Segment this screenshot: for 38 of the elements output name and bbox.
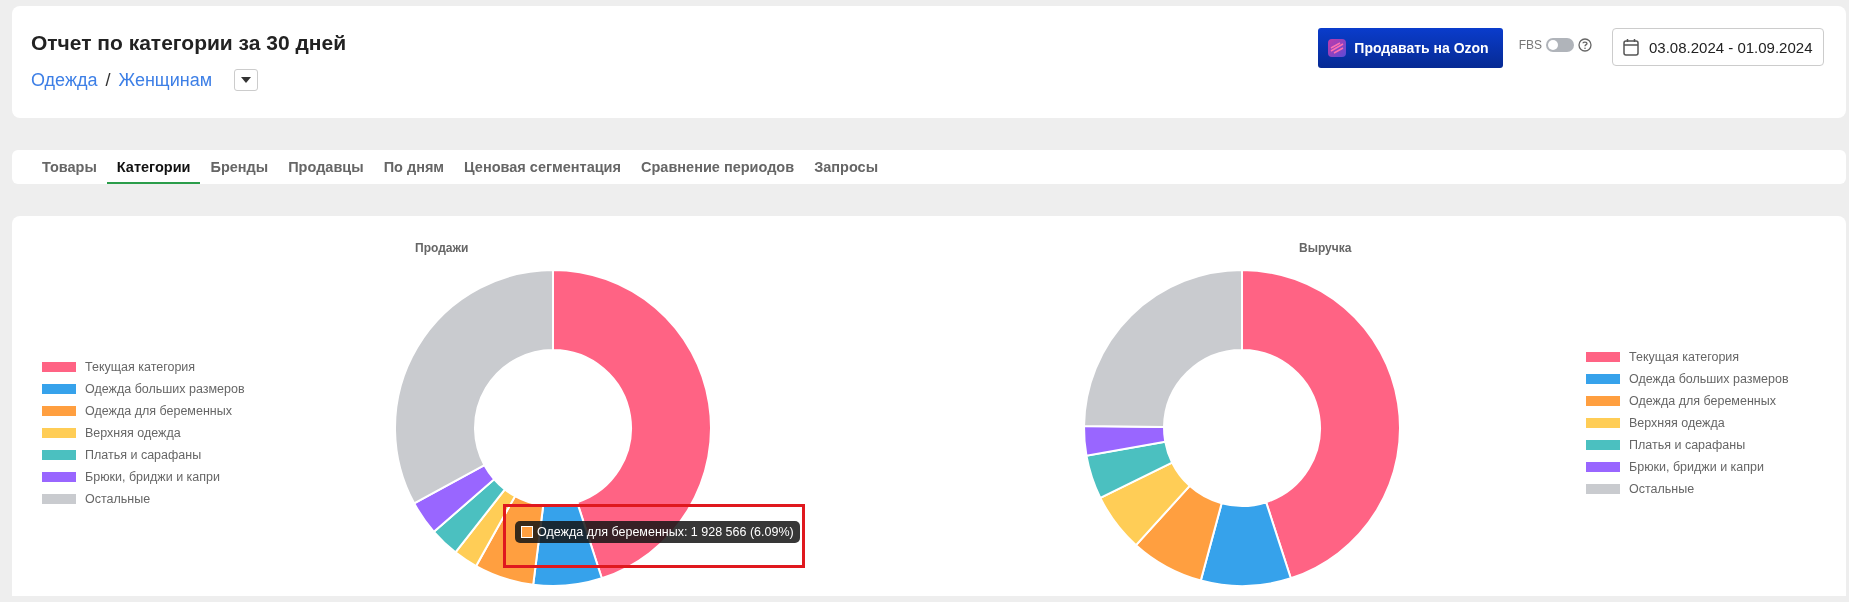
legend-label: Одежда больших размеров <box>85 381 245 396</box>
tab[interactable]: Товары <box>32 150 107 184</box>
tab[interactable]: Сравнение периодов <box>631 150 805 184</box>
legend-label: Текущая категория <box>1629 349 1740 364</box>
legend-label: Брюки, бриджи и капри <box>1629 459 1764 474</box>
breadcrumb-link[interactable]: Одежда <box>31 69 98 91</box>
logo-icon <box>1328 39 1347 57</box>
caret-icon <box>241 77 252 83</box>
tab[interactable]: По дням <box>373 150 455 184</box>
legend-label: Одежда больших размеров <box>1629 371 1789 386</box>
tooltip-text: Одежда для беременных: 1 928 566 (6.09%) <box>537 525 794 539</box>
sell-on-marketplace-button[interactable]: Продавать на Ozon <box>1318 28 1503 68</box>
tab[interactable]: Запросы <box>804 150 889 184</box>
legend-label: Брюки, бриджи и капри <box>85 469 220 484</box>
help-icon[interactable] <box>1578 38 1592 52</box>
legend-label: Платья и сарафаны <box>85 447 202 462</box>
breadcrumb-separator: / <box>105 69 111 91</box>
tab[interactable]: Категории <box>106 150 201 184</box>
fbs-label: FBS <box>1518 38 1542 52</box>
page-title: Отчет по категории за 30 дней <box>31 30 347 56</box>
legend-label: Верхняя одежда <box>1629 415 1725 430</box>
date-range-field[interactable]: 03.08.2024 - 01.09.2024 <box>1612 28 1824 66</box>
legend-label: Одежда для беременных <box>85 403 232 418</box>
breadcrumb-link[interactable]: Женщинам <box>118 69 213 91</box>
category-dropdown-button[interactable] <box>234 69 259 91</box>
legend-label: Одежда для беременных <box>1629 393 1776 408</box>
tab[interactable]: Бренды <box>200 150 279 184</box>
fbs-toggle[interactable] <box>1546 38 1574 52</box>
legend-label: Остальные <box>1629 481 1695 496</box>
legend-label: Платья и сарафаны <box>1629 437 1746 452</box>
tab[interactable]: Ценовая сегментация <box>454 150 631 184</box>
legend-label: Текущая категория <box>85 359 196 374</box>
chart-title: Выручка <box>1299 241 1352 255</box>
legend-label: Остальные <box>85 491 151 506</box>
chart-title: Продажи <box>415 241 469 255</box>
legend-label: Верхняя одежда <box>85 425 181 440</box>
tab[interactable]: Продавцы <box>278 150 374 184</box>
calendar-icon <box>1623 38 1639 56</box>
